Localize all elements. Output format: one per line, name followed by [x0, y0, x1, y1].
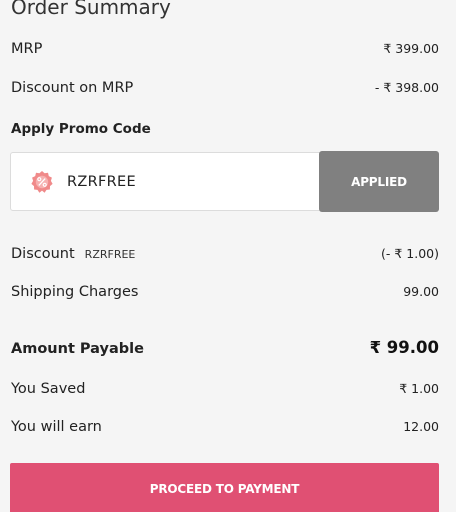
- you-will-earn-value: 12.00: [403, 419, 439, 434]
- promo-discount-row: Discount RZRFREE (- ₹ 1.00): [11, 246, 439, 262]
- promo-discount-code: RZRFREE: [84, 248, 136, 261]
- discount-on-mrp-value: - ₹ 398.00: [374, 80, 439, 95]
- mrp-value: ₹ 399.00: [383, 41, 439, 56]
- amount-payable-row: Amount Payable ₹ 99.00: [11, 338, 439, 357]
- shipping-value: 99.00: [403, 284, 439, 299]
- proceed-to-payment-button[interactable]: PROCEED TO PAYMENT: [10, 463, 439, 512]
- order-summary-page: Order Summary MRP ₹ 399.00 Discount on M…: [0, 0, 456, 512]
- promo-discount-label-group: Discount RZRFREE: [11, 246, 135, 262]
- discount-on-mrp-label: Discount on MRP: [11, 80, 134, 96]
- you-will-earn-label: You will earn: [11, 419, 102, 435]
- shipping-row: Shipping Charges 99.00: [11, 284, 439, 300]
- promo-code-input[interactable]: [67, 171, 307, 193]
- mrp-row: MRP ₹ 399.00: [11, 41, 439, 57]
- you-will-earn-row: You will earn 12.00: [11, 419, 439, 435]
- you-saved-value: ₹ 1.00: [399, 381, 439, 396]
- you-saved-row: You Saved ₹ 1.00: [11, 381, 439, 397]
- amount-payable-value: ₹ 99.00: [369, 338, 439, 357]
- discount-on-mrp-row: Discount on MRP - ₹ 398.00: [11, 80, 439, 96]
- promo-heading: Apply Promo Code: [11, 121, 151, 137]
- promo-discount-value: (- ₹ 1.00): [381, 246, 439, 261]
- promo-discount-label: Discount: [11, 246, 75, 262]
- amount-payable-label: Amount Payable: [11, 341, 144, 357]
- percent-badge-icon: [30, 170, 54, 194]
- page-title: Order Summary: [11, 0, 171, 19]
- applied-button[interactable]: APPLIED: [319, 151, 439, 212]
- mrp-label: MRP: [11, 41, 43, 57]
- you-saved-label: You Saved: [11, 381, 86, 397]
- shipping-label: Shipping Charges: [11, 284, 139, 300]
